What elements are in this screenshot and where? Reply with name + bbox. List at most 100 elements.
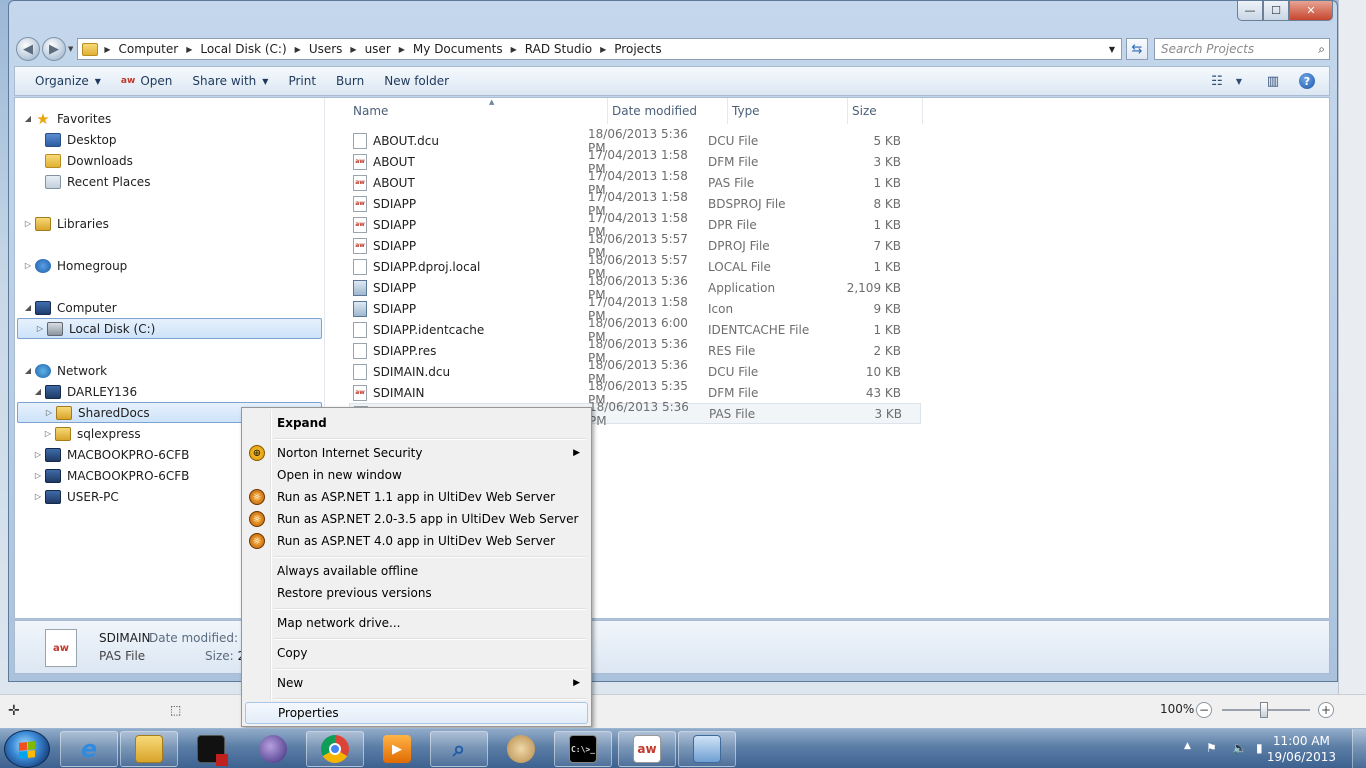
chevron-right-icon[interactable]: ▶ bbox=[186, 45, 192, 54]
chevron-right-icon[interactable]: ▶ bbox=[350, 45, 356, 54]
column-header-size[interactable]: Size bbox=[848, 98, 923, 124]
menu-item-expand[interactable]: Expand bbox=[245, 412, 588, 434]
menu-item-map-drive[interactable]: Map network drive... bbox=[245, 612, 588, 634]
refresh-button[interactable]: ⇆ bbox=[1126, 38, 1148, 60]
taskbar-chrome[interactable] bbox=[306, 731, 364, 767]
search-icon[interactable]: ⌕ bbox=[1318, 42, 1325, 57]
collapse-arrow-icon[interactable]: ◢ bbox=[23, 114, 33, 123]
forward-button[interactable]: ▶ bbox=[42, 37, 66, 61]
taskbar-explorer[interactable] bbox=[120, 731, 178, 767]
taskbar-command-prompt[interactable]: C:\>_ bbox=[554, 731, 612, 767]
nav-sqlexpress[interactable]: ▷ sqlexpress bbox=[43, 423, 141, 444]
breadcrumb-local-disk[interactable]: Local Disk (C:) bbox=[200, 42, 286, 56]
open-button[interactable]: aw Open bbox=[111, 67, 182, 95]
nav-recent-places[interactable]: Recent Places bbox=[45, 171, 150, 192]
view-options-icon[interactable]: ☷ bbox=[1205, 71, 1229, 91]
expand-arrow-icon[interactable]: ▷ bbox=[35, 324, 45, 333]
action-center-flag-icon[interactable]: ⚑ bbox=[1206, 741, 1217, 755]
background-app-scrollbar[interactable] bbox=[1338, 0, 1366, 728]
menu-item-new[interactable]: New ▶ bbox=[245, 672, 588, 694]
breadcrumb-my-documents[interactable]: My Documents bbox=[413, 42, 503, 56]
back-button[interactable]: ◀ bbox=[16, 37, 40, 61]
system-clock[interactable]: 11:00 AM 19/06/2013 bbox=[1267, 733, 1336, 765]
nav-macbookpro-2[interactable]: ▷ MACBOOKPRO-6CFB bbox=[33, 465, 189, 486]
close-button[interactable]: ✕ bbox=[1289, 1, 1333, 21]
nav-homegroup[interactable]: ▷ Homegroup bbox=[23, 255, 127, 276]
menu-item-asp40[interactable]: ☼ Run as ASP.NET 4.0 app in UltiDev Web S… bbox=[245, 530, 588, 552]
chevron-right-icon[interactable]: ▶ bbox=[295, 45, 301, 54]
chevron-right-icon[interactable]: ▶ bbox=[511, 45, 517, 54]
collapse-arrow-icon[interactable]: ◢ bbox=[33, 387, 43, 396]
menu-item-asp11[interactable]: ☼ Run as ASP.NET 1.1 app in UltiDev Web S… bbox=[245, 486, 588, 508]
breadcrumb-projects[interactable]: Projects bbox=[614, 42, 661, 56]
breadcrumb-rad-studio[interactable]: RAD Studio bbox=[525, 42, 592, 56]
nav-downloads[interactable]: Downloads bbox=[45, 150, 133, 171]
breadcrumb-computer[interactable]: Computer bbox=[119, 42, 179, 56]
nav-local-disk[interactable]: ▷ Local Disk (C:) bbox=[17, 318, 322, 339]
show-desktop-button[interactable] bbox=[1352, 729, 1366, 768]
move-icon[interactable]: ✛ bbox=[8, 703, 20, 719]
menu-item-offline[interactable]: Always available offline bbox=[245, 560, 588, 582]
chevron-right-icon[interactable]: ▶ bbox=[399, 45, 405, 54]
address-dropdown-icon[interactable]: ▼ bbox=[1103, 45, 1121, 54]
expand-arrow-icon[interactable]: ▷ bbox=[33, 450, 43, 459]
column-header-name[interactable]: Name ▲ bbox=[349, 98, 608, 124]
collapse-arrow-icon[interactable]: ◢ bbox=[23, 303, 33, 312]
chevron-right-icon[interactable]: ▶ bbox=[600, 45, 606, 54]
column-header-type[interactable]: Type bbox=[728, 98, 848, 124]
nav-libraries[interactable]: ▷ Libraries bbox=[23, 213, 109, 234]
organize-button[interactable]: Organize ▼ bbox=[25, 67, 111, 95]
new-folder-button[interactable]: New folder bbox=[374, 67, 459, 95]
help-button[interactable]: ? bbox=[1295, 71, 1319, 91]
show-hidden-icons-icon[interactable]: ▲ bbox=[1184, 741, 1191, 751]
taskbar-search-tool[interactable]: ⌕ bbox=[430, 731, 488, 767]
taskbar-internet-explorer[interactable]: e bbox=[60, 731, 118, 767]
nav-favorites[interactable]: ◢ ★ Favorites bbox=[23, 108, 111, 129]
menu-item-restore[interactable]: Restore previous versions bbox=[245, 582, 588, 604]
menu-item-copy[interactable]: Copy bbox=[245, 642, 588, 664]
address-bar[interactable]: ▶ Computer ▶ Local Disk (C:) ▶ Users ▶ u… bbox=[77, 38, 1122, 60]
menu-item-open-new-window[interactable]: Open in new window bbox=[245, 464, 588, 486]
taskbar-app-black[interactable] bbox=[182, 731, 240, 767]
nav-user-pc[interactable]: ▷ USER-PC bbox=[33, 486, 119, 507]
nav-darley136[interactable]: ◢ DARLEY136 bbox=[33, 381, 137, 402]
expand-arrow-icon[interactable]: ▷ bbox=[23, 261, 33, 270]
menu-item-properties[interactable]: Properties bbox=[245, 702, 588, 724]
zoom-in-button[interactable]: + bbox=[1318, 702, 1334, 718]
expand-arrow-icon[interactable]: ▷ bbox=[33, 471, 43, 480]
taskbar-delphi[interactable]: aw bbox=[618, 731, 676, 767]
taskbar-media-player[interactable]: ▶ bbox=[368, 731, 426, 767]
minimize-button[interactable]: — bbox=[1237, 1, 1263, 21]
preview-pane-icon[interactable]: ▥ bbox=[1261, 71, 1285, 91]
taskbar-eclipse[interactable] bbox=[244, 731, 302, 767]
zoom-out-button[interactable]: − bbox=[1196, 702, 1212, 718]
network-signal-icon[interactable]: ▮ bbox=[1256, 741, 1263, 755]
selection-icon[interactable]: ⬚ bbox=[170, 703, 181, 717]
start-button[interactable] bbox=[4, 730, 50, 768]
expand-arrow-icon[interactable]: ▷ bbox=[43, 429, 53, 438]
nav-macbookpro-1[interactable]: ▷ MACBOOKPRO-6CFB bbox=[33, 444, 189, 465]
nav-desktop[interactable]: Desktop bbox=[45, 129, 117, 150]
expand-arrow-icon[interactable]: ▷ bbox=[44, 408, 54, 417]
share-with-button[interactable]: Share with ▼ bbox=[182, 67, 278, 95]
print-button[interactable]: Print bbox=[278, 67, 326, 95]
nav-computer[interactable]: ◢ Computer bbox=[23, 297, 117, 318]
expand-arrow-icon[interactable]: ▷ bbox=[23, 219, 33, 228]
menu-item-norton[interactable]: ⊕ Norton Internet Security ▶ bbox=[245, 442, 588, 464]
maximize-button[interactable]: ☐ bbox=[1263, 1, 1289, 21]
taskbar-paint[interactable] bbox=[492, 731, 550, 767]
breadcrumb-users[interactable]: Users bbox=[309, 42, 343, 56]
nav-network[interactable]: ◢ Network bbox=[23, 360, 107, 381]
taskbar-control-panel[interactable] bbox=[678, 731, 736, 767]
recent-pages-dropdown-icon[interactable]: ▼ bbox=[68, 45, 73, 53]
menu-item-asp20[interactable]: ☼ Run as ASP.NET 2.0-3.5 app in UltiDev W… bbox=[245, 508, 588, 530]
column-header-date[interactable]: Date modified bbox=[608, 98, 728, 124]
breadcrumb-user[interactable]: user bbox=[365, 42, 391, 56]
volume-icon[interactable]: 🔈 bbox=[1232, 741, 1247, 755]
chevron-right-icon[interactable]: ▶ bbox=[104, 45, 110, 54]
collapse-arrow-icon[interactable]: ◢ bbox=[23, 366, 33, 375]
search-input[interactable]: Search Projects ⌕ bbox=[1154, 38, 1330, 60]
view-dropdown-icon[interactable]: ▼ bbox=[1227, 71, 1251, 91]
burn-button[interactable]: Burn bbox=[326, 67, 374, 95]
expand-arrow-icon[interactable]: ▷ bbox=[33, 492, 43, 501]
